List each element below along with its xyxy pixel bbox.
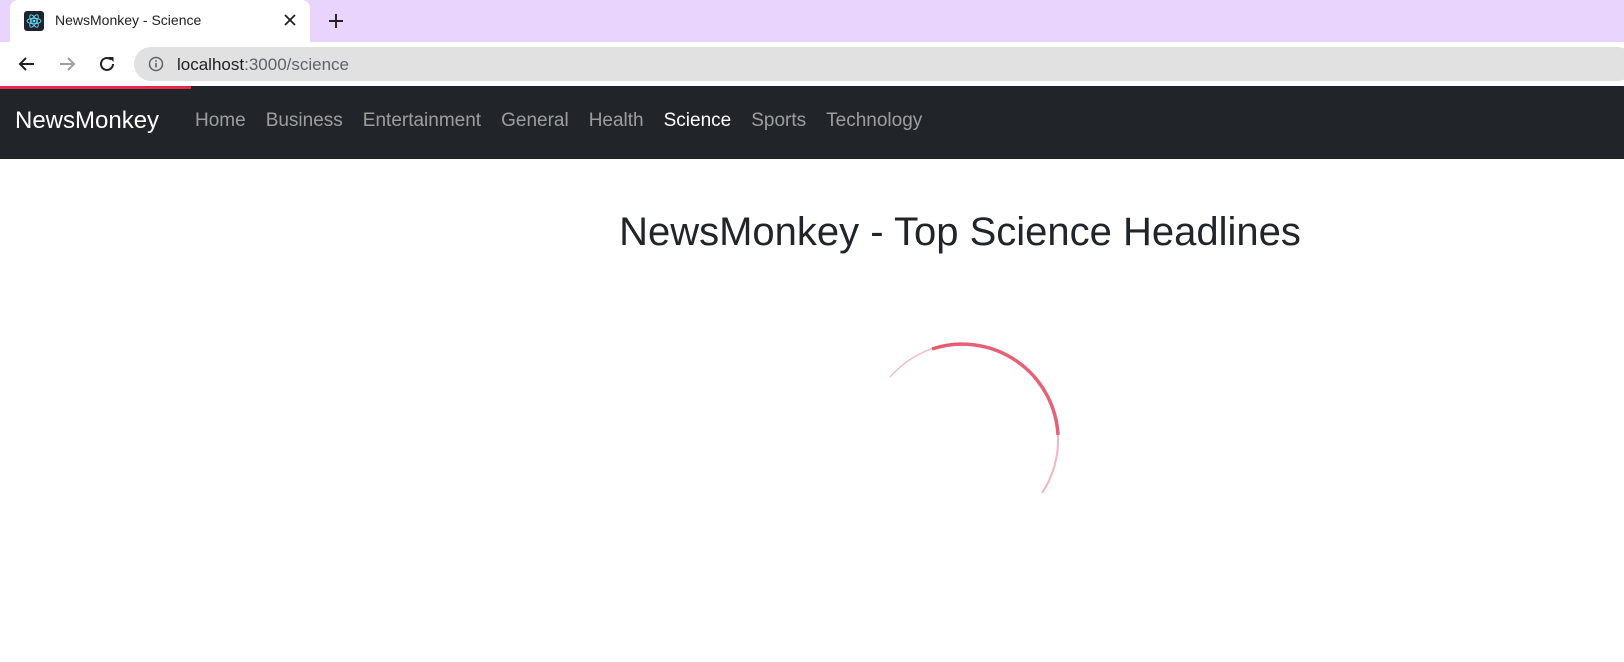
info-icon[interactable] <box>148 56 164 72</box>
plus-icon[interactable] <box>324 9 348 33</box>
nav-link-sports[interactable]: Sports <box>751 110 806 132</box>
tab-title: NewsMonkey - Science <box>55 12 202 28</box>
nav-link-business[interactable]: Business <box>266 110 343 132</box>
close-icon[interactable] <box>280 10 300 30</box>
nav-link-science[interactable]: Science <box>664 110 732 132</box>
app-navbar: NewsMonkey Home Business Entertainment G… <box>0 86 1624 159</box>
page-title: NewsMonkey - Top Science Headlines <box>619 210 1301 254</box>
nav-links: Home Business Entertainment General Heal… <box>195 110 942 132</box>
browser-tabstrip: NewsMonkey - Science <box>0 0 1624 42</box>
url-path: :3000/science <box>244 55 350 74</box>
loading-bar <box>0 86 191 89</box>
react-icon <box>24 11 44 31</box>
browser-toolbar: localhost:3000/science <box>0 42 1624 86</box>
reload-icon[interactable] <box>94 51 120 77</box>
browser-tab[interactable]: NewsMonkey - Science <box>10 0 310 42</box>
url-text: localhost:3000/science <box>177 55 349 75</box>
nav-link-home[interactable]: Home <box>195 110 246 132</box>
arrow-right-icon[interactable] <box>54 51 80 77</box>
nav-link-technology[interactable]: Technology <box>826 110 922 132</box>
address-bar[interactable]: localhost:3000/science <box>134 47 1624 81</box>
spinner-icon <box>862 335 1062 535</box>
nav-link-general[interactable]: General <box>501 110 569 132</box>
navbar-brand[interactable]: NewsMonkey <box>15 107 159 135</box>
url-host: localhost <box>177 55 245 74</box>
nav-link-entertainment[interactable]: Entertainment <box>363 110 481 132</box>
nav-link-health[interactable]: Health <box>589 110 644 132</box>
arrow-left-icon[interactable] <box>14 51 40 77</box>
